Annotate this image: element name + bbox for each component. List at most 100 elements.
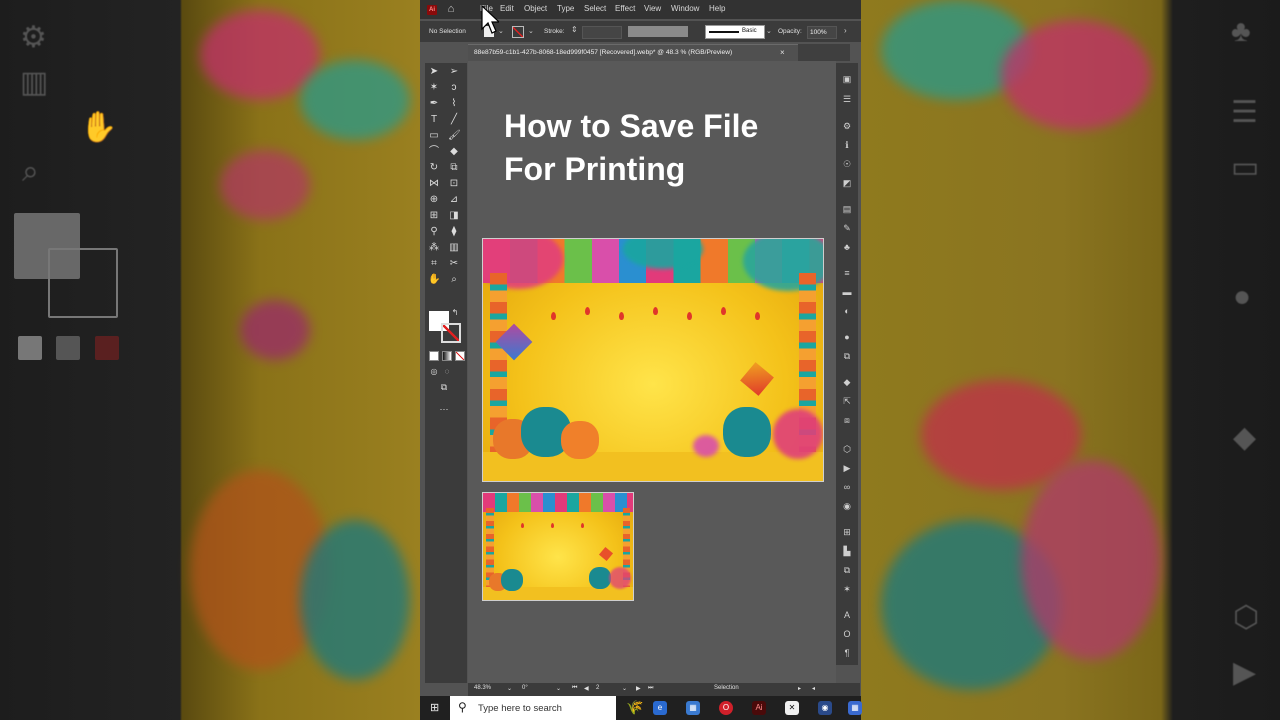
stroke-color-swatch[interactable] [512,26,524,38]
next-artboard-icon[interactable]: ▶ [636,685,641,692]
opera-browser-icon[interactable]: O [719,701,733,715]
first-artboard-icon[interactable]: ⏮ [572,685,577,692]
column-graph-tool-icon[interactable]: ▥ [448,242,460,254]
pen-tool-icon[interactable]: ✒ [428,98,440,110]
direct-selection-tool-icon[interactable]: ➢ [448,66,460,78]
color-guide-panel-icon[interactable]: ⧉ [841,350,853,362]
hand-tool-icon[interactable]: ✋ [428,274,440,286]
more-tools-icon[interactable]: ⋯ [438,403,450,415]
chevron-right-icon[interactable]: ▸ [798,685,801,692]
stroke-panel-icon[interactable]: ≡ [841,267,853,279]
character-panel-icon[interactable]: A [841,609,853,621]
magic-wand-tool-icon[interactable]: ✶ [428,82,440,94]
type-tool-icon[interactable]: T [428,114,440,126]
zoom-tool-icon[interactable]: ⌕ [448,274,460,286]
slice-tool-icon[interactable]: ✂ [448,258,460,270]
none-mode-icon[interactable] [455,351,465,361]
close-icon[interactable]: × [780,48,785,57]
mesh-tool-icon[interactable]: ⊞ [428,210,440,222]
rectangle-tool-icon[interactable]: ▭ [428,130,440,142]
app-icon[interactable]: ◉ [818,701,832,715]
selection-tool-icon[interactable]: ➤ [428,66,440,78]
stroke-stepper-icon[interactable]: ⇕ [571,25,578,34]
chevron-right-icon[interactable]: › [844,26,847,35]
artboard-image-large[interactable] [482,238,824,482]
libraries-panel-icon[interactable]: ☰ [841,93,853,105]
windows-start-icon[interactable]: ⊞ [430,702,442,714]
artboards-panel-icon[interactable]: ⧈ [841,414,853,426]
home-icon[interactable]: ⌂ [445,3,457,15]
widget-icon[interactable]: 🌾 [626,699,643,716]
free-transform-tool-icon[interactable]: ⊡ [448,178,460,190]
rotation-value[interactable]: 0° [522,685,528,691]
blend-tool-icon[interactable]: ⧫ [448,226,460,238]
stroke-swatch[interactable] [441,323,461,343]
appearance-panel-icon[interactable]: ☉ [841,158,853,170]
gradient-mode-icon[interactable] [442,351,452,361]
lasso-tool-icon[interactable]: ↄ [448,82,460,94]
last-artboard-icon[interactable]: ⏭ [648,685,653,692]
brushes-panel-icon[interactable]: ✎ [841,222,853,234]
swatches-panel-icon[interactable]: ▤ [841,203,853,215]
eraser-tool-icon[interactable]: ◆ [448,146,460,158]
illustrator-taskbar-icon[interactable]: Ai [752,701,766,715]
graphic-styles-panel-icon[interactable]: ◩ [841,177,853,189]
previous-artboard-icon[interactable]: ◀ [584,685,589,692]
info-panel-icon[interactable]: ℹ [841,139,853,151]
chevron-down-icon[interactable]: ⌄ [622,685,627,692]
chevron-down-icon[interactable]: ⌄ [556,685,561,692]
menu-select[interactable]: Select [584,4,606,13]
draw-behind-icon[interactable]: ◌ [441,366,453,378]
artboard-number[interactable]: 2 [596,685,599,691]
symbols-panel-icon[interactable]: ♣ [841,241,853,253]
paintbrush-tool-icon[interactable]: 🖌 [448,130,461,142]
properties-panel-icon[interactable]: ▣ [841,73,853,85]
actions-panel-icon[interactable]: ▶ [841,462,853,474]
variable-width-profile[interactable] [628,26,688,37]
chevron-down-icon[interactable]: ⌄ [766,27,772,35]
width-tool-icon[interactable]: ⋈ [428,178,440,190]
curvature-tool-icon[interactable]: ⌇ [448,98,460,110]
chevron-left-icon[interactable]: ◂ [812,685,815,692]
calculator-icon[interactable]: ▦ [848,701,862,715]
settings-panel-icon[interactable]: ⚙ [841,120,853,132]
menu-view[interactable]: View [644,4,661,13]
gradient-panel-icon[interactable]: ▬ [841,286,853,298]
capcut-icon[interactable]: ✕ [785,701,799,715]
swap-colors-icon[interactable]: ↰ [449,307,461,319]
transform-panel-icon[interactable]: ⧉ [841,564,853,576]
chevron-down-icon[interactable]: ⌄ [507,685,512,692]
scale-tool-icon[interactable]: ⧉ [448,162,460,174]
color-mode-icon[interactable] [429,351,439,361]
links-panel-icon[interactable]: ∞ [841,481,853,493]
menu-effect[interactable]: Effect [615,4,635,13]
artboard-image-small[interactable] [482,492,634,601]
layers-panel-icon[interactable]: ◆ [841,376,853,388]
paragraph-panel-icon[interactable]: ¶ [841,647,853,659]
opentype-panel-icon[interactable]: O [841,628,853,640]
navigator-panel-icon[interactable]: ◉ [841,500,853,512]
draw-normal-icon[interactable]: ◎ [428,366,440,378]
magic-wand-panel-icon[interactable]: ✶ [841,583,853,595]
line-tool-icon[interactable]: ╱ [448,114,460,126]
export-panel-icon[interactable]: ⇱ [841,395,853,407]
shaper-tool-icon[interactable]: ⌒ [428,146,440,158]
menu-type[interactable]: Type [557,4,574,13]
artboard-tool-icon[interactable]: ⌗ [428,258,440,270]
color-panel-icon[interactable]: ● [841,331,853,343]
file-explorer-icon[interactable]: ▦ [686,701,700,715]
chevron-down-icon[interactable]: ⌄ [528,27,534,35]
3d-panel-icon[interactable]: ⬡ [841,443,853,455]
gradient-tool-icon[interactable]: ◨ [448,210,460,222]
menu-help[interactable]: Help [709,4,725,13]
canvas-area[interactable]: How to Save File For Printing [468,61,836,683]
perspective-grid-tool-icon[interactable]: ⊿ [448,194,460,206]
menu-object[interactable]: Object [524,4,547,13]
opacity-field[interactable]: 100% [807,26,837,39]
align-panel-icon[interactable]: ⊞ [841,526,853,538]
brush-definition-dropdown[interactable]: Basic [705,25,765,39]
transparency-panel-icon[interactable]: ◐ [841,305,853,317]
edge-browser-icon[interactable]: e [653,701,667,715]
eyedropper-tool-icon[interactable]: ⚲ [428,226,440,238]
rotate-tool-icon[interactable]: ↻ [428,162,440,174]
